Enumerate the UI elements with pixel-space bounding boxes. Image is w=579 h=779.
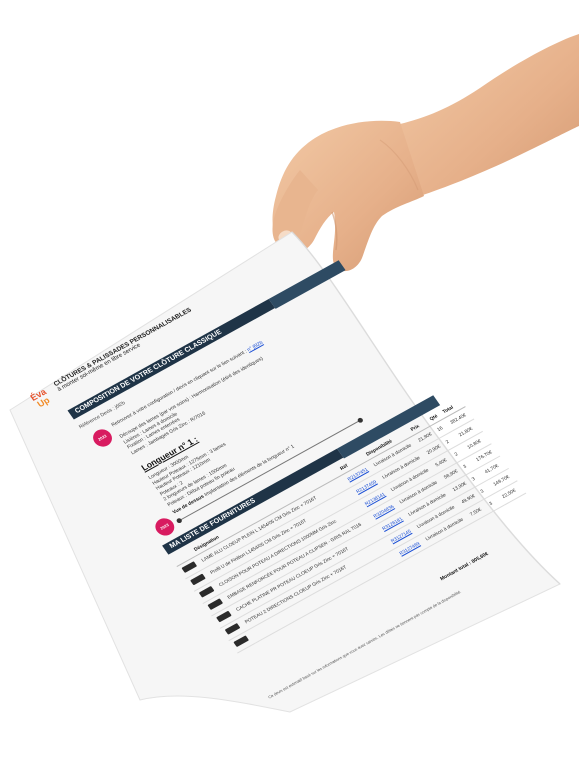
price-cell: 13,90€ (451, 481, 468, 493)
qty-cell: 3 (488, 501, 494, 507)
total-cell: 41,70€ (483, 463, 500, 475)
price-cell: 5,40€ (434, 457, 448, 468)
qty-cell: 3 (470, 476, 477, 482)
year-badge-2: 2023 (151, 515, 178, 539)
year-badge: 2023 (89, 426, 116, 450)
post-marker (175, 517, 183, 524)
price-cell: 58,90€ (443, 468, 459, 481)
product-thumbnail (181, 561, 198, 573)
qty-cell: 2 (453, 451, 459, 458)
post-marker (356, 417, 364, 424)
price-cell: 49,90€ (460, 493, 477, 505)
quote-link[interactable]: n° j6l2b (246, 340, 264, 353)
product-thumbnail (216, 610, 232, 623)
product-thumbnail (190, 573, 206, 586)
qty-cell: 16 (436, 425, 444, 433)
total-cell: 22,50€ (501, 488, 517, 500)
product-thumbnail (224, 622, 241, 635)
qty-cell: 3 (479, 488, 485, 495)
photo-scene: Éva Up CLÔTURES & PALISSADES PERSONNALIS… (0, 0, 579, 713)
brand-logo: Éva Up (28, 386, 52, 410)
product-thumbnail (198, 585, 215, 598)
price-cell: 21,90€ (417, 431, 434, 444)
qty-cell: 3 (462, 464, 468, 470)
product-thumbnail (207, 598, 224, 611)
product-thumbnail (233, 635, 250, 648)
ref-link[interactable]: R3127469 (399, 541, 421, 556)
total-cell: 10,80€ (466, 438, 483, 451)
total-cell: 21,80€ (457, 426, 474, 438)
price-cell: 7,50€ (469, 507, 483, 518)
qty-cell: 2 (445, 439, 451, 445)
price-cell: 20,90€ (425, 444, 442, 456)
